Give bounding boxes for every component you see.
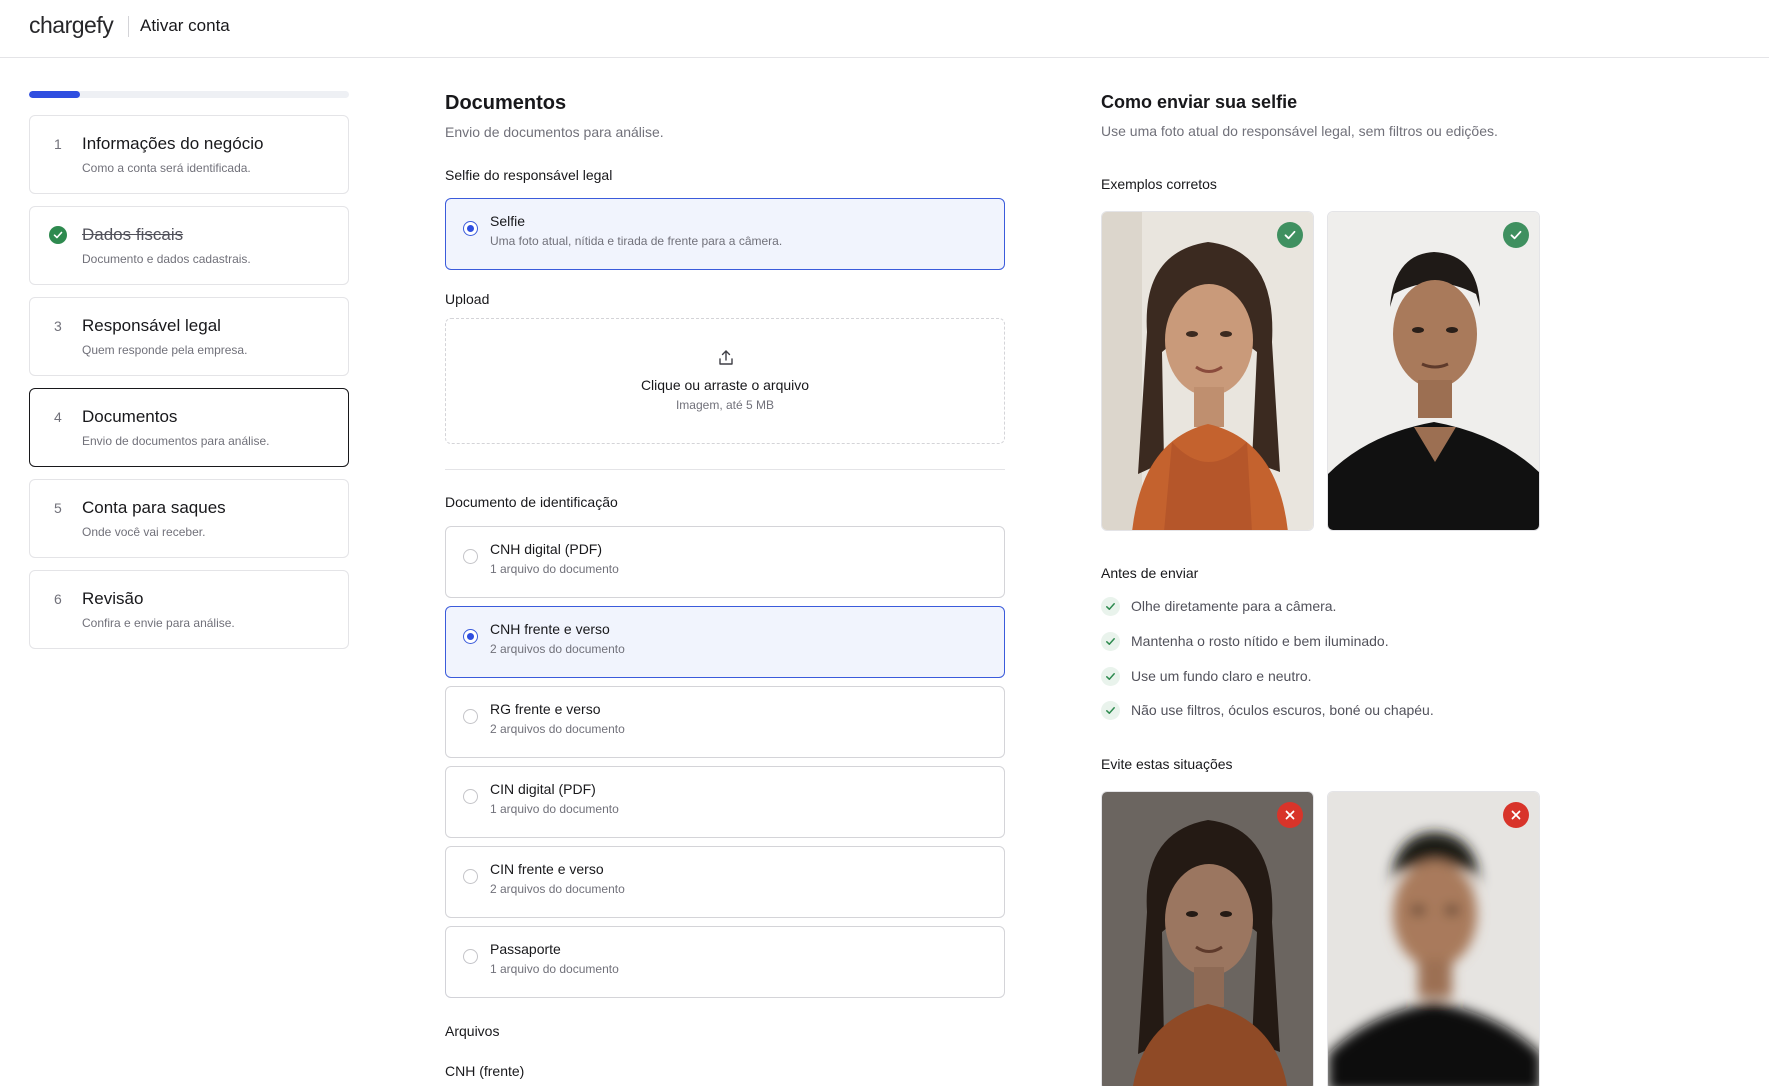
check-icon xyxy=(1101,700,1120,720)
step-title: Conta para saques xyxy=(82,498,226,517)
before-sending-label: Antes de enviar xyxy=(1101,565,1199,581)
tip-text: Olhe diretamente para a câmera. xyxy=(1131,598,1337,614)
step-title: Informações do negócio xyxy=(82,134,264,153)
id-option-cin-digital[interactable]: CIN digital (PDF) 1 arquivo do documento xyxy=(445,766,1005,838)
option-title: CNH frente e verso xyxy=(490,621,610,637)
dropzone-title: Clique ou arraste o arquivo xyxy=(640,377,810,393)
good-examples-label: Exemplos corretos xyxy=(1101,176,1217,192)
option-description: 2 arquivos do documento xyxy=(490,882,625,896)
step-business-info[interactable]: 1 Informações do negócio Como a conta se… xyxy=(29,115,349,194)
radio-button[interactable] xyxy=(463,221,478,236)
check-icon xyxy=(1101,666,1120,686)
tip-item: Olhe diretamente para a câmera. xyxy=(1101,595,1336,617)
radio-button[interactable] xyxy=(463,789,478,804)
step-review[interactable]: 6 Revisão Confira e envie para análise. xyxy=(29,570,349,649)
bad-example-photo-blurry xyxy=(1327,791,1540,1086)
dropzone-hint: Imagem, até 5 MB xyxy=(675,398,775,412)
upload-label: Upload xyxy=(445,291,490,307)
step-number: 5 xyxy=(54,500,62,516)
tip-item: Não use filtros, óculos escuros, boné ou… xyxy=(1101,699,1434,721)
selfie-section-label: Selfie do responsável legal xyxy=(445,167,613,183)
step-number: 3 xyxy=(54,318,62,334)
option-description: Uma foto atual, nítida e tirada de frent… xyxy=(490,234,783,248)
check-icon xyxy=(1277,222,1303,248)
step-number: 4 xyxy=(54,409,62,425)
step-payout-account[interactable]: 5 Conta para saques Onde você vai recebe… xyxy=(29,479,349,558)
id-option-cnh-front-back[interactable]: CNH frente e verso 2 arquivos do documen… xyxy=(445,606,1005,678)
tip-text: Mantenha o rosto nítido e bem iluminado. xyxy=(1131,633,1389,649)
option-title: RG frente e verso xyxy=(490,701,601,717)
option-title: CIN digital (PDF) xyxy=(490,781,596,797)
header-divider xyxy=(128,16,129,37)
tip-text: Não use filtros, óculos escuros, boné ou… xyxy=(1131,702,1434,718)
step-description: Confira e envie para análise. xyxy=(82,616,235,630)
guide-subtitle: Use uma foto atual do responsável legal,… xyxy=(1101,123,1498,139)
chargefy-logo[interactable]: chargefy xyxy=(29,12,114,39)
bad-example-photo-dark xyxy=(1101,791,1314,1086)
file-dropzone[interactable]: Clique ou arraste o arquivo Imagem, até … xyxy=(445,318,1005,444)
good-example-photo-man xyxy=(1327,211,1540,531)
file-item-label: CNH (frente) xyxy=(445,1063,525,1079)
step-description: Como a conta será identificada. xyxy=(82,161,251,175)
progress-bar-fill xyxy=(29,91,81,98)
step-tax-data[interactable]: Dados fiscais Documento e dados cadastra… xyxy=(29,206,349,285)
steps-list: 1 Informações do negócio Como a conta se… xyxy=(29,115,349,661)
id-document-section-label: Documento de identificação xyxy=(445,494,618,510)
step-number: 6 xyxy=(54,591,62,607)
option-title: Selfie xyxy=(490,213,526,229)
radio-button[interactable] xyxy=(463,549,478,564)
step-description: Quem responde pela empresa. xyxy=(82,343,248,357)
option-title: CNH digital (PDF) xyxy=(490,541,603,557)
option-description: 1 arquivo do documento xyxy=(490,562,619,576)
step-description: Documento e dados cadastrais. xyxy=(82,252,251,266)
close-icon xyxy=(1503,802,1529,828)
page-title: Ativar conta xyxy=(140,16,230,35)
option-description: 2 arquivos do documento xyxy=(490,722,625,736)
check-icon xyxy=(1101,631,1120,651)
tip-item: Use um fundo claro e neutro. xyxy=(1101,665,1312,687)
id-option-cnh-digital[interactable]: CNH digital (PDF) 1 arquivo do documento xyxy=(445,526,1005,598)
selfie-option[interactable]: Selfie Uma foto atual, nítida e tirada d… xyxy=(445,198,1005,270)
step-title: Revisão xyxy=(82,589,144,608)
option-description: 1 arquivo do documento xyxy=(490,802,619,816)
section-divider xyxy=(445,469,1005,470)
radio-button[interactable] xyxy=(463,629,478,644)
check-icon xyxy=(1503,222,1529,248)
id-option-cin-front-back[interactable]: CIN frente e verso 2 arquivos do documen… xyxy=(445,846,1005,918)
step-description: Envio de documentos para análise. xyxy=(82,434,270,448)
check-circle-icon xyxy=(49,226,67,244)
good-example-photo-woman xyxy=(1101,211,1314,531)
check-icon xyxy=(1101,596,1120,616)
step-number: 1 xyxy=(54,136,62,152)
option-description: 2 arquivos do documento xyxy=(490,642,625,656)
avoid-situations-label: Evite estas situações xyxy=(1101,756,1233,772)
step-title: Dados fiscais xyxy=(82,225,184,244)
radio-button[interactable] xyxy=(463,869,478,884)
step-title: Documentos xyxy=(82,407,178,426)
id-option-passport[interactable]: Passaporte 1 arquivo do documento xyxy=(445,926,1005,998)
top-header: chargefy Ativar conta xyxy=(0,0,1769,58)
tip-text: Use um fundo claro e neutro. xyxy=(1131,668,1312,684)
guide-title: Como enviar sua selfie xyxy=(1101,92,1298,112)
section-title: Documentos xyxy=(445,92,567,114)
step-description: Onde você vai receber. xyxy=(82,525,206,539)
close-icon xyxy=(1277,802,1303,828)
option-description: 1 arquivo do documento xyxy=(490,962,619,976)
tip-item: Mantenha o rosto nítido e bem iluminado. xyxy=(1101,630,1389,652)
radio-button[interactable] xyxy=(463,949,478,964)
section-subtitle: Envio de documentos para análise. xyxy=(445,124,664,140)
files-label: Arquivos xyxy=(445,1023,500,1039)
step-title: Responsável legal xyxy=(82,316,221,335)
radio-button[interactable] xyxy=(463,709,478,724)
onboarding-progress-bar xyxy=(29,91,349,98)
step-legal-representative[interactable]: 3 Responsável legal Quem responde pela e… xyxy=(29,297,349,376)
option-title: Passaporte xyxy=(490,941,561,957)
id-option-rg-front-back[interactable]: RG frente e verso 2 arquivos do document… xyxy=(445,686,1005,758)
option-title: CIN frente e verso xyxy=(490,861,604,877)
step-documents[interactable]: 4 Documentos Envio de documentos para an… xyxy=(29,388,349,467)
upload-icon xyxy=(717,349,735,367)
